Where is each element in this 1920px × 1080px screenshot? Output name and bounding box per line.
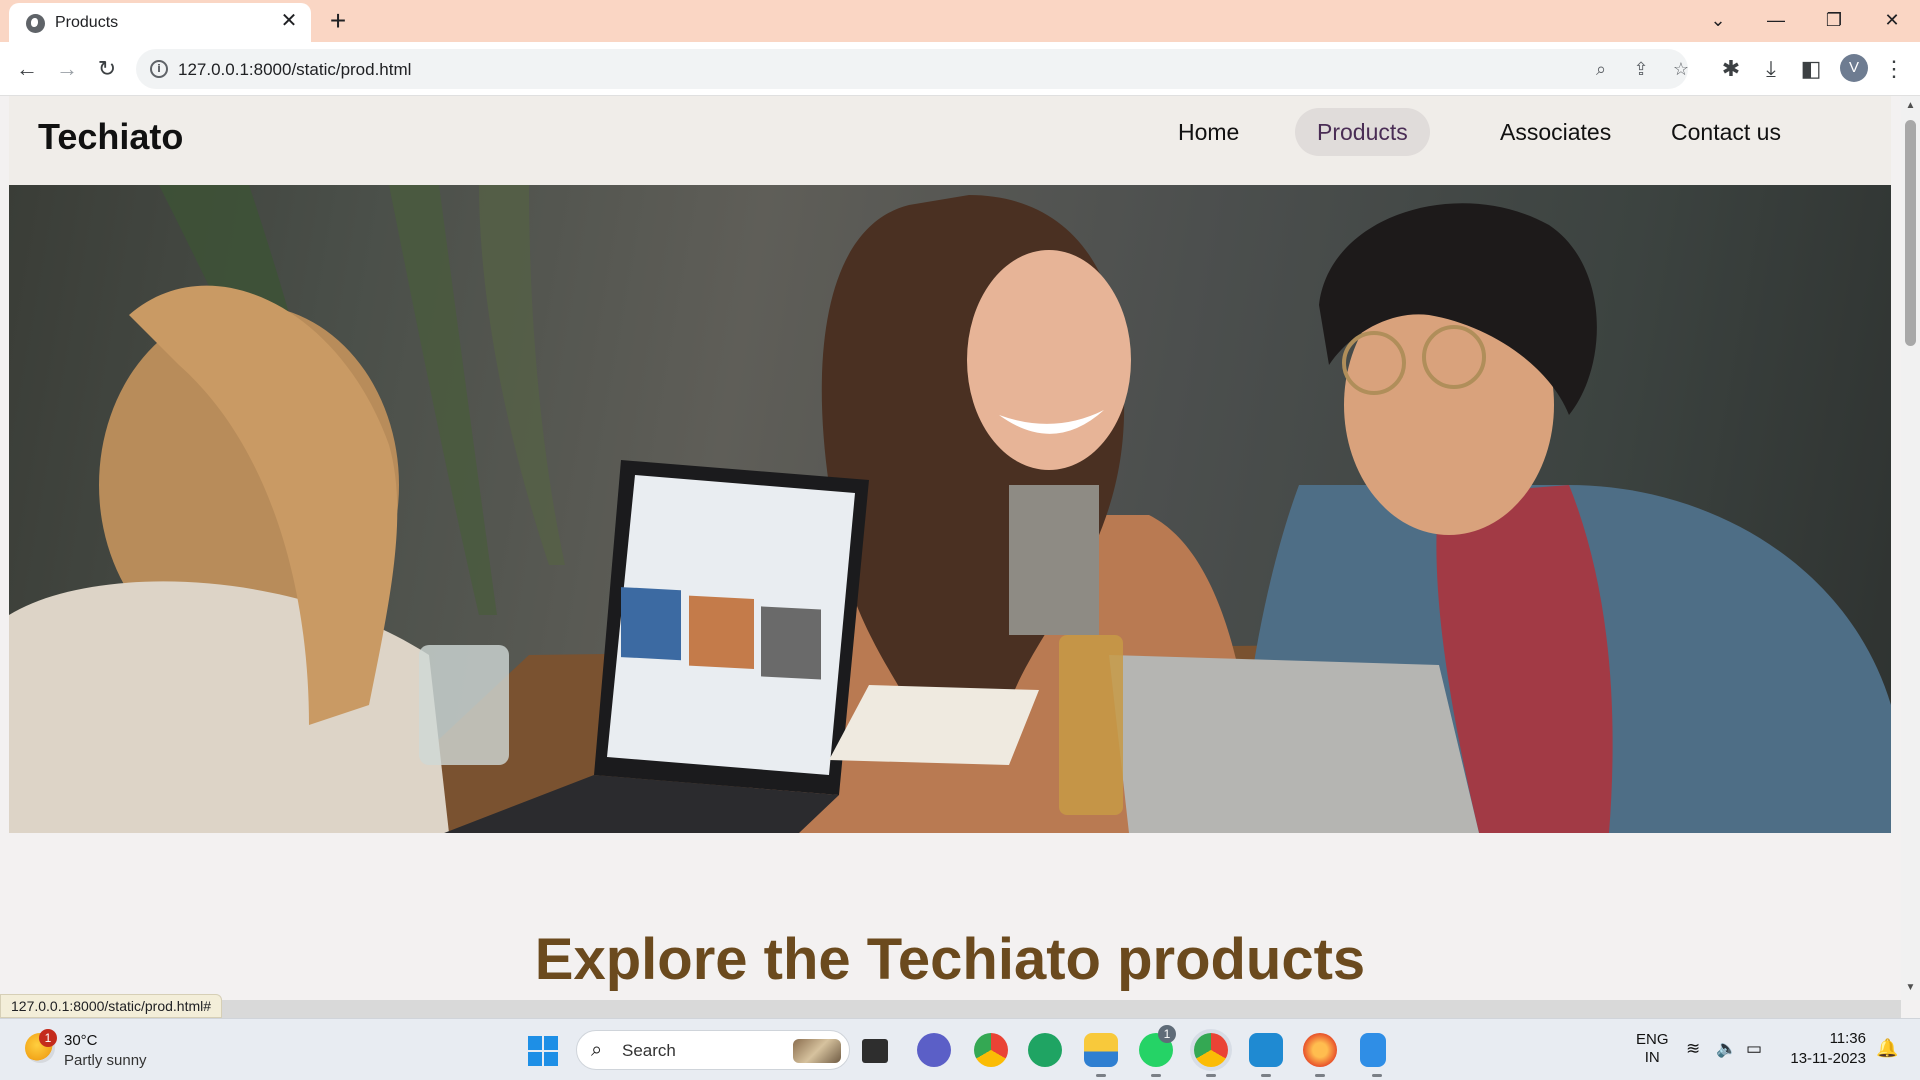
browser-toolbar: ← → ↻ i 127.0.0.1:8000/static/prod.html … [0,42,1920,96]
region-code: IN [1644,1049,1660,1066]
restore-button[interactable]: ❐ [1806,0,1862,40]
clock-date: 13-11-2023 [1790,1050,1866,1067]
taskbar-search[interactable]: ⌕ Search [576,1030,850,1070]
vertical-scrollbar[interactable]: ▲ ▼ [1901,96,1920,1000]
weather-temperature[interactable]: 30°C [64,1032,98,1049]
nav-products[interactable]: Products [1295,108,1430,156]
new-tab-button[interactable]: + [323,7,353,37]
tab-title: Products [55,14,119,31]
site-header: Techiato Home Products Associates Contac… [9,96,1891,185]
search-placeholder: Search [622,1041,676,1060]
windows-taskbar: 1 30°C Partly sunny ⌕ Search 1 ENG IN ≋ … [0,1018,1920,1080]
forward-arrow-icon[interactable]: → [50,52,84,86]
link-status-bubble: 127.0.0.1:8000/static/prod.html# [0,994,223,1018]
search-icon: ⌕ [591,1039,603,1061]
task-view-icon[interactable] [862,1039,888,1063]
share-icon[interactable]: ⇪ [1628,56,1654,82]
clock-time: 11:36 [1829,1030,1866,1047]
weather-badge: 1 [39,1029,57,1047]
whatsapp-badge: 1 [1158,1025,1176,1043]
nav-contact-us[interactable]: Contact us [1649,108,1803,156]
extensions-puzzle-icon[interactable]: ✱ [1714,52,1748,86]
site-logo[interactable]: Techiato [38,116,183,158]
chatgpt-app-icon[interactable] [1028,1033,1062,1067]
language-code: ENG [1636,1031,1669,1048]
notification-bell-icon[interactable]: 🔔 [1876,1038,1898,1059]
system-clock[interactable]: 11:36 13-11-2023 [1778,1029,1866,1069]
back-arrow-icon[interactable]: ← [10,52,44,86]
browser-tab-strip: Products ✕ + ⌄ — ❐ ✕ [0,0,1920,42]
menu-kebab-icon[interactable]: ⋮ [1877,52,1911,86]
teams-chat-icon[interactable] [917,1033,951,1067]
nav-home[interactable]: Home [1156,108,1261,156]
reload-icon[interactable]: ↻ [90,52,124,86]
download-icon[interactable]: ⤓ [1754,52,1788,86]
profile-avatar[interactable]: V [1840,54,1868,82]
bookmark-star-icon[interactable]: ☆ [1668,56,1694,82]
weather-description[interactable]: Partly sunny [64,1052,147,1069]
file-explorer-icon[interactable] [1084,1033,1118,1077]
zoom-icon[interactable]: ⌕ [1588,56,1614,82]
chrome-profile-icon[interactable] [974,1033,1008,1067]
hero-photo-illustration [9,185,1891,833]
volume-icon[interactable]: 🔈 [1716,1039,1737,1059]
side-panel-icon[interactable]: ◧ [1794,52,1828,86]
hero-image [9,185,1891,833]
language-indicator[interactable]: ENG IN [1636,1031,1669,1067]
close-window-button[interactable]: ✕ [1864,0,1920,40]
horizontal-scrollbar[interactable] [9,1000,1901,1018]
tab-search-chevron-icon[interactable]: ⌄ [1690,0,1746,40]
page-viewport: Techiato Home Products Associates Contac… [9,96,1901,1000]
windows-start-icon[interactable] [528,1036,558,1066]
notepad-icon[interactable] [1360,1033,1386,1077]
scroll-down-arrow-icon[interactable]: ▼ [1905,982,1916,993]
site-info-icon[interactable]: i [150,60,168,78]
chrome-icon[interactable] [1194,1033,1228,1077]
firefox-icon[interactable] [1303,1033,1337,1077]
browser-tab[interactable]: Products ✕ [9,3,311,42]
nav-associates[interactable]: Associates [1478,108,1633,156]
wifi-icon[interactable]: ≋ [1686,1039,1700,1059]
search-highlight-image [793,1039,841,1063]
scroll-up-arrow-icon[interactable]: ▲ [1905,100,1916,111]
vscode-icon[interactable] [1249,1033,1283,1077]
battery-icon[interactable]: ▭ [1746,1039,1762,1059]
address-bar[interactable]: i 127.0.0.1:8000/static/prod.html ⌕ ⇪ ☆ [136,49,1689,89]
scrollbar-thumb[interactable] [1905,120,1916,346]
globe-icon [26,14,45,33]
close-tab-icon[interactable]: ✕ [277,9,301,33]
url-text[interactable]: 127.0.0.1:8000/static/prod.html [178,60,411,80]
minimize-button[interactable]: — [1748,0,1804,40]
section-title: Explore the Techiato products [534,927,1366,992]
